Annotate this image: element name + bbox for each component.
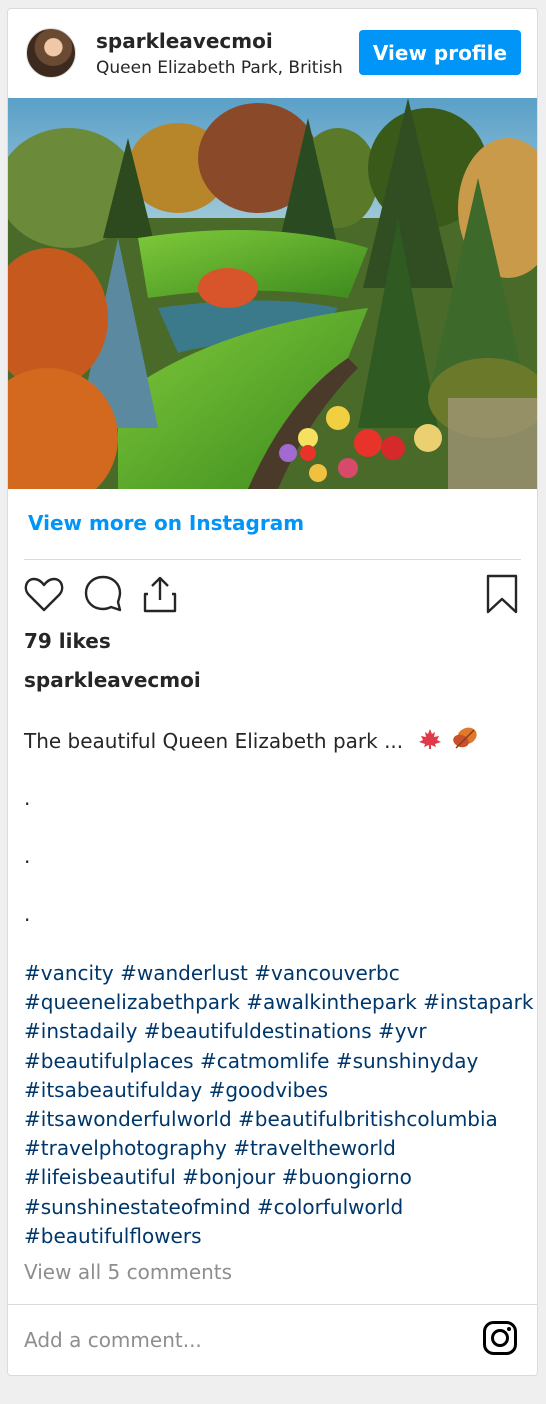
share-icon xyxy=(143,576,177,613)
comment-icon xyxy=(84,575,122,612)
instagram-logo-icon[interactable] xyxy=(482,1320,518,1356)
hashtag-line[interactable]: #itsawonderfulworld #beautifulbritishcol… xyxy=(24,1105,529,1134)
maple-leaf-icon xyxy=(418,728,442,755)
header-location[interactable]: Queen Elizabeth Park, British xyxy=(96,58,343,78)
caption-dot: . xyxy=(24,786,31,810)
caption-dot: . xyxy=(24,902,31,926)
hashtag-line[interactable]: #travelphotography #traveltheworld xyxy=(24,1134,529,1163)
hashtag-line[interactable]: #beautifulflowers xyxy=(24,1222,529,1251)
post-header: sparkleavecmoi Queen Elizabeth Park, Bri… xyxy=(8,9,537,98)
fallen-leaf-icon xyxy=(452,726,478,755)
hashtag-line[interactable]: #vancity #wanderlust #vancouverbc xyxy=(24,959,529,988)
save-button[interactable] xyxy=(480,572,524,616)
comment-button[interactable] xyxy=(81,572,125,616)
hashtag-line[interactable]: #sunshinestateofmind #colorfulworld xyxy=(24,1193,529,1222)
likes-count[interactable]: 79 likes xyxy=(24,629,111,653)
hashtag-line[interactable]: #queenelizabethpark #awalkinthepark #ins… xyxy=(24,988,533,1017)
like-button[interactable] xyxy=(22,572,66,616)
post-photo-image xyxy=(8,98,537,489)
hashtag-line[interactable]: #itsabeautifulday #goodvibes xyxy=(24,1076,529,1105)
avatar[interactable] xyxy=(26,28,76,78)
divider xyxy=(24,559,521,560)
share-button[interactable] xyxy=(138,572,182,616)
hashtag-line[interactable]: #lifeisbeautiful #bonjour #buongiorno xyxy=(24,1163,529,1192)
header-username[interactable]: sparkleavecmoi xyxy=(96,29,273,53)
view-all-comments-link[interactable]: View all 5 comments xyxy=(24,1260,232,1284)
instagram-embed-card: sparkleavecmoi Queen Elizabeth Park, Bri… xyxy=(7,8,538,1376)
caption-body: The beautiful Queen Elizabeth park ... xyxy=(24,729,404,753)
hashtags: #vancity #wanderlust #vancouverbc #queen… xyxy=(24,959,533,1251)
view-more-link[interactable]: View more on Instagram xyxy=(28,511,304,535)
view-profile-button[interactable]: View profile xyxy=(359,30,521,75)
bookmark-icon xyxy=(486,574,518,614)
divider xyxy=(8,1304,537,1305)
post-photo[interactable] xyxy=(8,98,537,489)
caption-username[interactable]: sparkleavecmoi xyxy=(24,668,201,692)
hashtag-line[interactable]: #beautifulplaces #catmomlife #sunshinyda… xyxy=(24,1047,529,1076)
hashtag-line[interactable]: #instadaily #beautifuldestinations #yvr xyxy=(24,1017,529,1046)
caption-dot: . xyxy=(24,844,31,868)
add-comment-input[interactable]: Add a comment... xyxy=(24,1328,202,1352)
heart-icon xyxy=(24,577,64,612)
caption-text: The beautiful Queen Elizabeth park ... xyxy=(24,726,478,755)
